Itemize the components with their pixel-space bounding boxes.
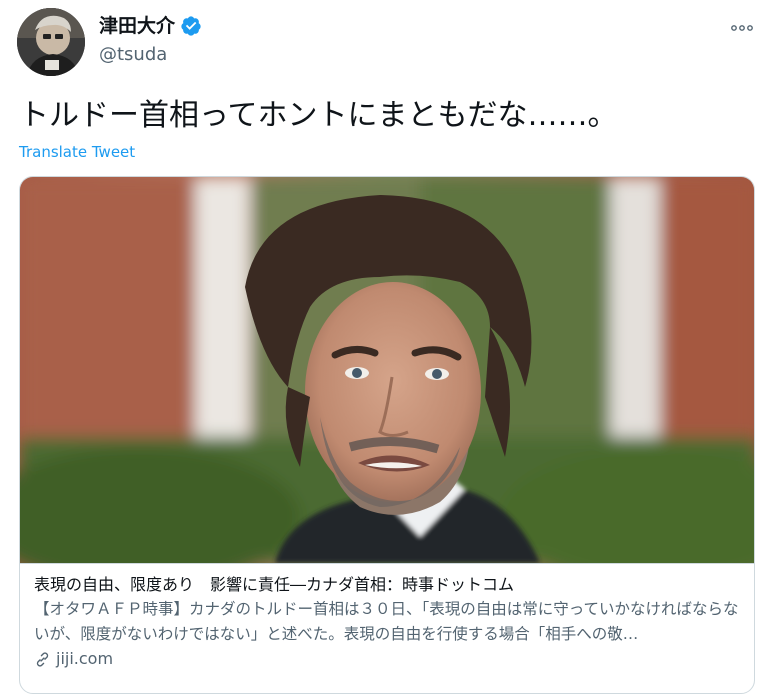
more-options-icon [731,25,753,31]
card-domain-row[interactable]: jiji.com [34,648,742,670]
verified-badge-icon [180,15,202,37]
tweet: 津田大介 @tsuda トルドー首相ってホントにまともだな……。 Transla… [0,0,776,700]
card-description: 【オタワＡＦＰ時事】カナダのトルドー首相は３０日、「表現の自由は常に守っていかな… [34,600,739,643]
avatar-photo [17,8,85,76]
author-name[interactable]: 津田大介 [99,14,175,38]
more-options-button[interactable] [728,18,756,38]
link-icon [34,651,51,668]
avatar[interactable] [17,8,85,76]
author-handle[interactable]: @tsuda [99,43,167,67]
card-domain: jiji.com [56,649,114,668]
tweet-text: トルドー首相ってホントにまともだな……。 [19,98,618,133]
card-image[interactable] [20,177,754,563]
card-title[interactable]: 表現の自由、限度あり 影響に責任―カナダ首相：時事ドットコム [34,574,742,596]
link-preview-card[interactable]: 表現の自由、限度あり 影響に責任―カナダ首相：時事ドットコム 【オタワＡＦＰ時事… [19,176,755,694]
card-body[interactable]: 表現の自由、限度あり 影響に責任―カナダ首相：時事ドットコム 【オタワＡＦＰ時事… [20,563,754,693]
translate-tweet-link[interactable]: Translate Tweet [19,142,135,162]
author-name-row[interactable]: 津田大介 [99,14,202,38]
